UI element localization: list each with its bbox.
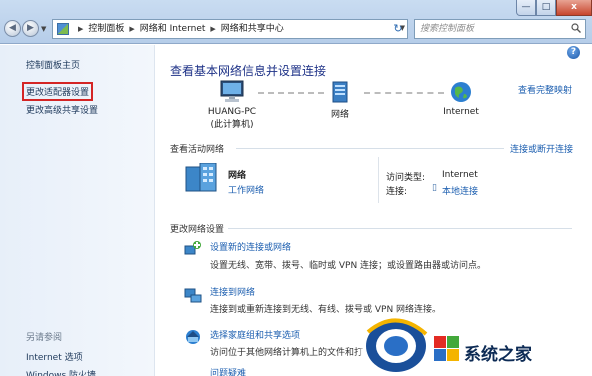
computer-sub: (此计算机) xyxy=(210,120,254,130)
network-node-label: 网络 xyxy=(330,110,349,120)
active-network-name: 网络 xyxy=(228,171,247,181)
breadcrumb-network-internet[interactable]: 网络和 Internet xyxy=(140,24,206,34)
arrow-right-icon: ▶ xyxy=(27,23,34,33)
chevron-right-icon: ▶ xyxy=(210,25,216,33)
search-icon[interactable] xyxy=(571,23,581,33)
help-icon[interactable]: ? xyxy=(567,46,580,59)
divider xyxy=(228,228,572,229)
breadcrumb-network-sharing-center[interactable]: 网络和共享中心 xyxy=(221,24,284,34)
search-box[interactable]: 搜索控制面板 xyxy=(414,19,586,39)
divider xyxy=(236,148,504,149)
computer-name: HUANG-PC xyxy=(207,107,257,117)
task-setup-new-connection-desc: 设置无线、宽带、拨号、临时或 VPN 连接；或设置路由器或访问点。 xyxy=(210,261,487,271)
map-node-network[interactable]: 网络 xyxy=(318,80,362,120)
task-connect-to-network[interactable]: 连接到网络 xyxy=(210,285,255,298)
page-title: 查看基本网络信息并设置连接 xyxy=(170,64,327,78)
see-also-heading: 另请参阅 xyxy=(26,333,63,343)
change-settings-heading: 更改网络设置 xyxy=(170,225,225,235)
map-node-computer[interactable]: HUANG-PC (此计算机) xyxy=(196,80,268,130)
new-connection-icon xyxy=(184,241,201,255)
task-homegroup-sharing-desc: 访问位于其他网络计算机上的文件和打 xyxy=(210,348,364,358)
breadcrumb-control-panel[interactable]: 控制面板 xyxy=(88,24,124,34)
active-networks-heading: 查看活动网络 xyxy=(170,145,225,155)
refresh-button[interactable]: ↻ xyxy=(390,21,406,37)
globe-icon xyxy=(451,82,471,102)
access-type-value: Internet xyxy=(442,170,478,180)
connect-disconnect-link[interactable]: 连接或断开连接 xyxy=(510,142,573,155)
search-placeholder: 搜索控制面板 xyxy=(420,24,475,34)
divider xyxy=(378,157,379,203)
sidebar-item-change-adapter-settings[interactable]: 更改适配器设置 xyxy=(22,82,94,101)
close-button[interactable]: x xyxy=(556,0,592,16)
back-button[interactable]: ◀ xyxy=(4,20,21,37)
homegroup-icon xyxy=(186,330,200,344)
forward-button[interactable]: ▶ xyxy=(22,20,39,37)
sidebar-item-advanced-sharing-settings[interactable]: 更改高级共享设置 xyxy=(26,103,98,116)
chevron-right-icon: ▶ xyxy=(129,25,135,33)
control-panel-icon xyxy=(57,23,69,35)
arrow-left-icon: ◀ xyxy=(9,23,16,33)
task-setup-new-connection[interactable]: 设置新的连接或网络 xyxy=(210,240,291,253)
minimize-button[interactable]: — xyxy=(516,0,536,16)
network-type-link[interactable]: 工作网络 xyxy=(228,183,264,196)
history-dropdown-icon[interactable]: ▼ xyxy=(41,25,46,33)
chevron-right-icon: ▶ xyxy=(78,25,84,33)
sidebar-item-windows-firewall[interactable]: Windows 防火墙 xyxy=(26,368,96,376)
connection-icon: ▯ xyxy=(432,183,437,193)
breadcrumb: ▶ 控制面板 ▶ 网络和 Internet ▶ 网络和共享中心 xyxy=(73,20,284,38)
map-node-internet[interactable]: Internet xyxy=(436,80,486,117)
access-type-label: 访问类型: xyxy=(386,173,426,183)
address-bar[interactable]: ▶ 控制面板 ▶ 网络和 Internet ▶ 网络和共享中心 ▼ xyxy=(52,19,408,39)
computer-icon xyxy=(220,80,244,102)
task-troubleshoot[interactable]: 问题疑难 xyxy=(210,366,246,376)
connection-line xyxy=(364,92,444,94)
connection-label: 连接: xyxy=(386,187,408,197)
connect-network-icon xyxy=(184,288,202,303)
network-icon xyxy=(332,81,348,103)
connection-line xyxy=(258,92,324,94)
maximize-button[interactable]: □ xyxy=(536,0,556,16)
view-full-map-link[interactable]: 查看完整映射 xyxy=(518,83,572,96)
network-building-icon xyxy=(185,163,217,192)
sidebar-item-control-panel-home[interactable]: 控制面板主页 xyxy=(26,58,80,71)
internet-node-label: Internet xyxy=(443,107,479,117)
task-homegroup-sharing[interactable]: 选择家庭组和共享选项 xyxy=(210,328,300,341)
watermark-text: 系统之家 xyxy=(464,345,532,365)
sidebar-item-internet-options[interactable]: Internet 选项 xyxy=(26,350,83,363)
refresh-icon: ↻ xyxy=(393,22,403,35)
local-connection-link[interactable]: 本地连接 xyxy=(442,184,478,197)
